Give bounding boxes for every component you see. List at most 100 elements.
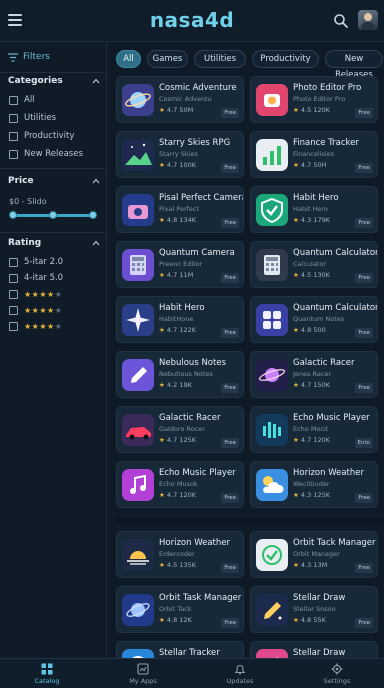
bottom-navigation: Catalog My Apps Updates Settings bbox=[0, 658, 384, 688]
category-label: New Releases bbox=[24, 149, 83, 159]
nav-catalog[interactable]: Catalog bbox=[7, 663, 87, 687]
download-count: 125K bbox=[179, 436, 196, 444]
price-slider-min-handle[interactable] bbox=[9, 211, 17, 219]
rating-value: 4.8 bbox=[300, 616, 312, 624]
download-count: 120K bbox=[179, 491, 196, 499]
checkbox[interactable] bbox=[9, 305, 18, 315]
price-badge[interactable]: Free bbox=[355, 273, 373, 283]
star-icon: ★ bbox=[159, 381, 167, 389]
app-rating: ★ 4.7 100K bbox=[159, 161, 196, 169]
price-slider-max-handle[interactable] bbox=[89, 211, 97, 219]
nav-my-apps[interactable]: My Apps bbox=[103, 663, 183, 687]
rating-option-4-stars[interactable]: ★★★★★ bbox=[9, 320, 62, 332]
price-slider-mid-handle[interactable] bbox=[49, 211, 57, 219]
filters-toggle[interactable]: Filters bbox=[8, 51, 50, 63]
category-productivity[interactable]: Productivity bbox=[9, 130, 74, 142]
app-card[interactable]: Stellar Tracker bbox=[116, 641, 244, 658]
price-badge[interactable]: Free bbox=[221, 493, 239, 503]
checkbox[interactable] bbox=[9, 321, 18, 331]
app-card[interactable]: Cosmic Adventure Cosmic Adventu ★ 4.7 50M F… bbox=[116, 76, 244, 123]
app-card[interactable]: Echo Music Player Echo Musok ★ 4.7 120K Fre… bbox=[116, 461, 244, 508]
nav-updates[interactable]: Updates bbox=[200, 663, 280, 687]
rating-option-4-stars[interactable]: ★★★★★ bbox=[9, 288, 62, 300]
price-badge[interactable]: Free bbox=[355, 328, 373, 338]
price-badge[interactable]: Free bbox=[221, 163, 239, 173]
price-badge[interactable]: Ento bbox=[354, 438, 373, 448]
chip-games[interactable]: Games bbox=[147, 50, 188, 68]
app-card[interactable]: Horizon Weather Weclitiuder ★ 4.3 125K Free bbox=[250, 461, 378, 508]
price-badge[interactable]: Free bbox=[221, 618, 239, 628]
app-card[interactable]: Habit Hero Habit Hero ★ 4.3 179K Free bbox=[250, 186, 378, 233]
avatar[interactable] bbox=[358, 10, 378, 30]
star-icon: ★ bbox=[293, 326, 301, 334]
app-card[interactable]: Orbit Task Manager Orbit Tack ★ 4.8 12K Fre… bbox=[116, 586, 244, 633]
app-card[interactable]: Pisal Perfect Camera Pixal Perfect ★ 4.8 1… bbox=[116, 186, 244, 233]
chip-productivity[interactable]: Productivity bbox=[252, 50, 319, 68]
price-slider[interactable] bbox=[9, 211, 97, 219]
price-badge[interactable]: Free bbox=[355, 618, 373, 628]
price-badge[interactable]: Free bbox=[221, 273, 239, 283]
nav-settings[interactable]: Settings bbox=[297, 663, 377, 687]
price-badge[interactable]: Free bbox=[221, 383, 239, 393]
rating-option[interactable]: 4-itar 5.0 bbox=[9, 272, 63, 284]
sunrise-icon bbox=[122, 539, 154, 571]
checkbox[interactable] bbox=[9, 131, 18, 141]
weather-sun-cloud-icon bbox=[256, 469, 288, 501]
checkbox[interactable] bbox=[9, 95, 18, 105]
app-card[interactable]: Stellar Draw bbox=[250, 641, 378, 658]
rating-value: 4.3 bbox=[300, 491, 312, 499]
chip-all[interactable]: All bbox=[116, 50, 141, 68]
checkbox[interactable] bbox=[9, 273, 18, 283]
star-icon: ★ bbox=[159, 216, 167, 224]
search-icon[interactable] bbox=[332, 12, 350, 30]
rating-value: 4.7 bbox=[166, 271, 178, 279]
price-badge[interactable]: Free bbox=[221, 438, 239, 448]
price-badge[interactable]: Free bbox=[221, 108, 239, 118]
app-name: Starry Skies RPG bbox=[159, 138, 231, 148]
app-card[interactable]: Galactic Racer Jenes Racer ★ 4.7 150K Free bbox=[250, 351, 378, 398]
app-card[interactable]: Starry Skies RPG Starry Skies ★ 4.7 100K Fr… bbox=[116, 131, 244, 178]
app-rating: ★ 4.2 19K bbox=[159, 381, 192, 389]
app-card[interactable]: Quantum Calculator Quantum Notes ★ 4.8 500… bbox=[250, 296, 378, 343]
app-card[interactable]: Quantum Camera Preenc Editor ★ 4.7 11M Free bbox=[116, 241, 244, 288]
star-icon: ★ bbox=[159, 271, 167, 279]
checkbox[interactable] bbox=[9, 257, 18, 267]
app-card[interactable]: Horizon Weather Erdercoder ★ 4.5 135K Free bbox=[116, 531, 244, 578]
app-card[interactable]: Habit Hero HabitHone ★ 4.7 122K Free bbox=[116, 296, 244, 343]
price-badge[interactable]: Free bbox=[355, 383, 373, 393]
rating-header[interactable]: Rating bbox=[8, 238, 100, 250]
price-badge[interactable]: Free bbox=[355, 493, 373, 503]
rating-option[interactable]: 5-itar 2.0 bbox=[9, 256, 63, 268]
category-utilities[interactable]: Utilities bbox=[9, 112, 56, 124]
price-badge[interactable]: Free bbox=[355, 163, 373, 173]
checkbox[interactable] bbox=[9, 149, 18, 159]
nav-label: Settings bbox=[323, 677, 351, 685]
app-card[interactable]: Echo Music Player Echo Mocit ★ 4.7 120K Ent… bbox=[250, 406, 378, 453]
price-badge[interactable]: Free bbox=[355, 218, 373, 228]
checkbox[interactable] bbox=[9, 113, 18, 123]
price-badge[interactable]: Free bbox=[355, 108, 373, 118]
categories-header[interactable]: Categories bbox=[8, 76, 100, 88]
price-badge[interactable]: Free bbox=[355, 563, 373, 573]
app-card[interactable]: Stellar Draw Stellar Snsoo ★ 4.8 55K Free bbox=[250, 586, 378, 633]
app-card[interactable]: Galactic Racer Galdoro Rocer ★ 4.7 125K Fre… bbox=[116, 406, 244, 453]
finance-chart-icon bbox=[256, 139, 288, 171]
price-range-label: $0 - Slido bbox=[9, 197, 47, 206]
app-rating: ★ 4.5 130K bbox=[293, 271, 330, 279]
price-badge[interactable]: Free bbox=[221, 563, 239, 573]
price-badge[interactable]: Free bbox=[221, 328, 239, 338]
app-card[interactable]: Nebulous Notes Nebutious Notes ★ 4.2 19K Fr… bbox=[116, 351, 244, 398]
price-badge[interactable]: Free bbox=[221, 218, 239, 228]
checkbox[interactable] bbox=[9, 289, 18, 299]
price-header[interactable]: Price bbox=[8, 176, 100, 188]
app-card[interactable]: Finance Tracker Financelisies ★ 4.7 50H Fre… bbox=[250, 131, 378, 178]
category-all[interactable]: All bbox=[9, 94, 35, 106]
app-card[interactable]: Photo Editor Pro Photo Editor Pro ★ 4.5 12… bbox=[250, 76, 378, 123]
rating-option-4-stars[interactable]: ★★★★★ bbox=[9, 304, 62, 316]
app-card[interactable]: Quantum Calculator Calculator ★ 4.5 130K Fr… bbox=[250, 241, 378, 288]
category-new-releases[interactable]: New Releases bbox=[9, 148, 83, 160]
chip-new-releases[interactable]: New Releases bbox=[325, 50, 383, 80]
chip-utilities[interactable]: Utilities bbox=[194, 50, 246, 68]
app-card[interactable]: Orbit Tack Manager Orbit Manager ★ 4.3 13M… bbox=[250, 531, 378, 578]
photo-editor-icon bbox=[256, 84, 288, 116]
